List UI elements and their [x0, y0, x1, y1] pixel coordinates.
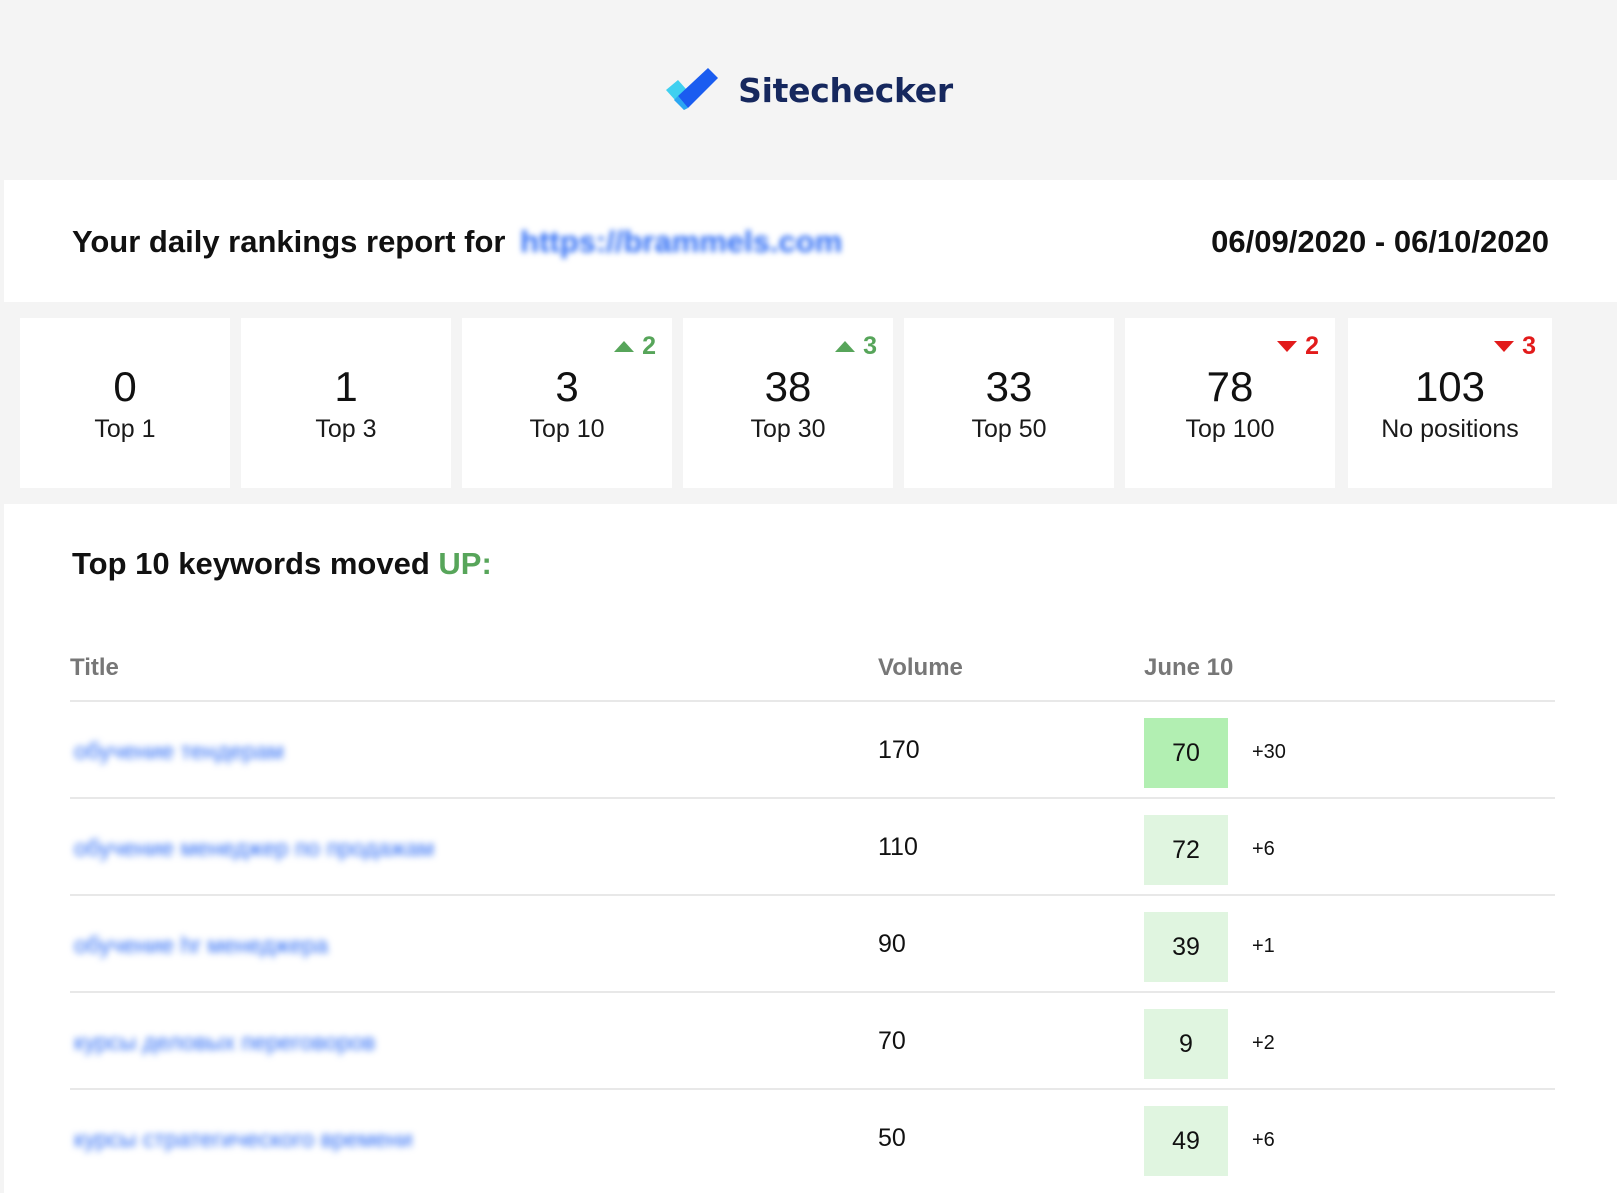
report-url-link[interactable]: https://brammels.com [520, 224, 842, 259]
keyword-link[interactable]: курсы стратегического времени [74, 1126, 413, 1153]
stat-change-value: 2 [642, 332, 656, 360]
stat-change: 3 [1494, 332, 1536, 361]
keyword-position: 39 [1144, 912, 1228, 982]
stat-card: 103 No positions 3 [1348, 318, 1552, 488]
keyword-volume: 110 [878, 833, 918, 861]
keyword-volume: 70 [878, 1027, 906, 1055]
arrow-down-icon [1494, 341, 1515, 352]
sitechecker-logo[interactable]: Sitechecker [664, 66, 953, 114]
stat-label: Top 10 [529, 415, 605, 443]
stat-label: Top 100 [1185, 415, 1275, 443]
stat-label: Top 3 [315, 415, 377, 443]
moved-up-section: Top 10 keywords moved UP: Title Volume J… [4, 504, 1617, 1193]
keyword-position-change: +6 [1252, 1129, 1275, 1151]
stat-card: 38 Top 30 3 [683, 318, 893, 488]
stat-value: 78 [1206, 363, 1254, 410]
keyword-link[interactable]: курсы деловых переговоров [74, 1029, 375, 1056]
keyword-link[interactable]: обучение hr менеджера [74, 932, 328, 959]
stat-value: 33 [985, 363, 1033, 410]
stat-card: 3 Top 10 2 [462, 318, 672, 488]
table-row: обучение тендерам 170 70 +30 [70, 700, 1555, 802]
column-header-title: Title [70, 654, 119, 681]
keyword-link[interactable]: обучение тендерам [74, 738, 284, 765]
keyword-volume: 90 [878, 930, 906, 958]
stat-value: 1 [334, 363, 358, 410]
arrow-up-icon [614, 341, 635, 352]
report-title: Your daily rankings report for https://b… [72, 224, 842, 260]
stat-card: 1 Top 3 [241, 318, 451, 488]
table-row: обучение менеджер по продажам 110 72 +6 [70, 797, 1555, 899]
report-date-range: 06/09/2020 - 06/10/2020 [1211, 224, 1549, 259]
checkmark-logo-icon [666, 68, 719, 110]
stat-label: No positions [1381, 415, 1519, 443]
keyword-position: 49 [1144, 1106, 1228, 1176]
keyword-volume: 170 [878, 736, 920, 764]
stat-change-value: 2 [1305, 332, 1319, 360]
stat-change: 2 [614, 332, 656, 361]
stat-card: 78 Top 100 2 [1125, 318, 1335, 488]
table-row: курсы стратегического времени 50 49 +6 [70, 1088, 1555, 1190]
stat-value: 103 [1414, 363, 1486, 410]
arrow-down-icon [1277, 341, 1298, 352]
keyword-position: 70 [1144, 718, 1228, 788]
keyword-position: 9 [1144, 1009, 1228, 1079]
stat-change: 3 [835, 332, 877, 361]
keyword-position-change: +2 [1252, 1032, 1275, 1054]
section-title-up: UP: [438, 546, 492, 581]
column-header-date: June 10 [1144, 654, 1234, 681]
stat-label: Top 30 [750, 415, 826, 443]
stat-card: 33 Top 50 [904, 318, 1114, 488]
brand-name: Sitechecker [738, 70, 953, 110]
email-header: Sitechecker [0, 0, 1617, 180]
keyword-link[interactable]: обучение менеджер по продажам [74, 835, 434, 862]
stat-change-value: 3 [1522, 332, 1536, 360]
stat-change-value: 3 [863, 332, 877, 360]
keyword-position-change: +6 [1252, 838, 1275, 860]
report-header: Your daily rankings report for https://b… [4, 180, 1617, 302]
section-title: Top 10 keywords moved UP: [72, 546, 492, 582]
stat-card: 0 Top 1 [20, 318, 230, 488]
keyword-position-change: +1 [1252, 935, 1275, 957]
section-title-text: Top 10 keywords moved [72, 546, 430, 581]
stat-label: Top 50 [971, 415, 1047, 443]
stat-value: 3 [555, 363, 579, 410]
column-header-volume: Volume [878, 654, 963, 681]
keyword-position: 72 [1144, 815, 1228, 885]
report-title-text: Your daily rankings report for [72, 224, 506, 259]
stat-value: 38 [764, 363, 812, 410]
ranking-stats: 0 Top 1 1 Top 3 3 Top 10 2 38 Top 30 3 33 Top 50 78 T… [20, 318, 1600, 488]
table-row: обучение hr менеджера 90 39 +1 [70, 894, 1555, 996]
keyword-position-change: +30 [1252, 741, 1286, 763]
stat-label: Top 1 [94, 415, 156, 443]
stat-value: 0 [113, 363, 137, 410]
keyword-volume: 50 [878, 1124, 906, 1152]
stat-change: 2 [1277, 332, 1319, 361]
arrow-up-icon [835, 341, 856, 352]
table-row: курсы деловых переговоров 70 9 +2 [70, 991, 1555, 1093]
